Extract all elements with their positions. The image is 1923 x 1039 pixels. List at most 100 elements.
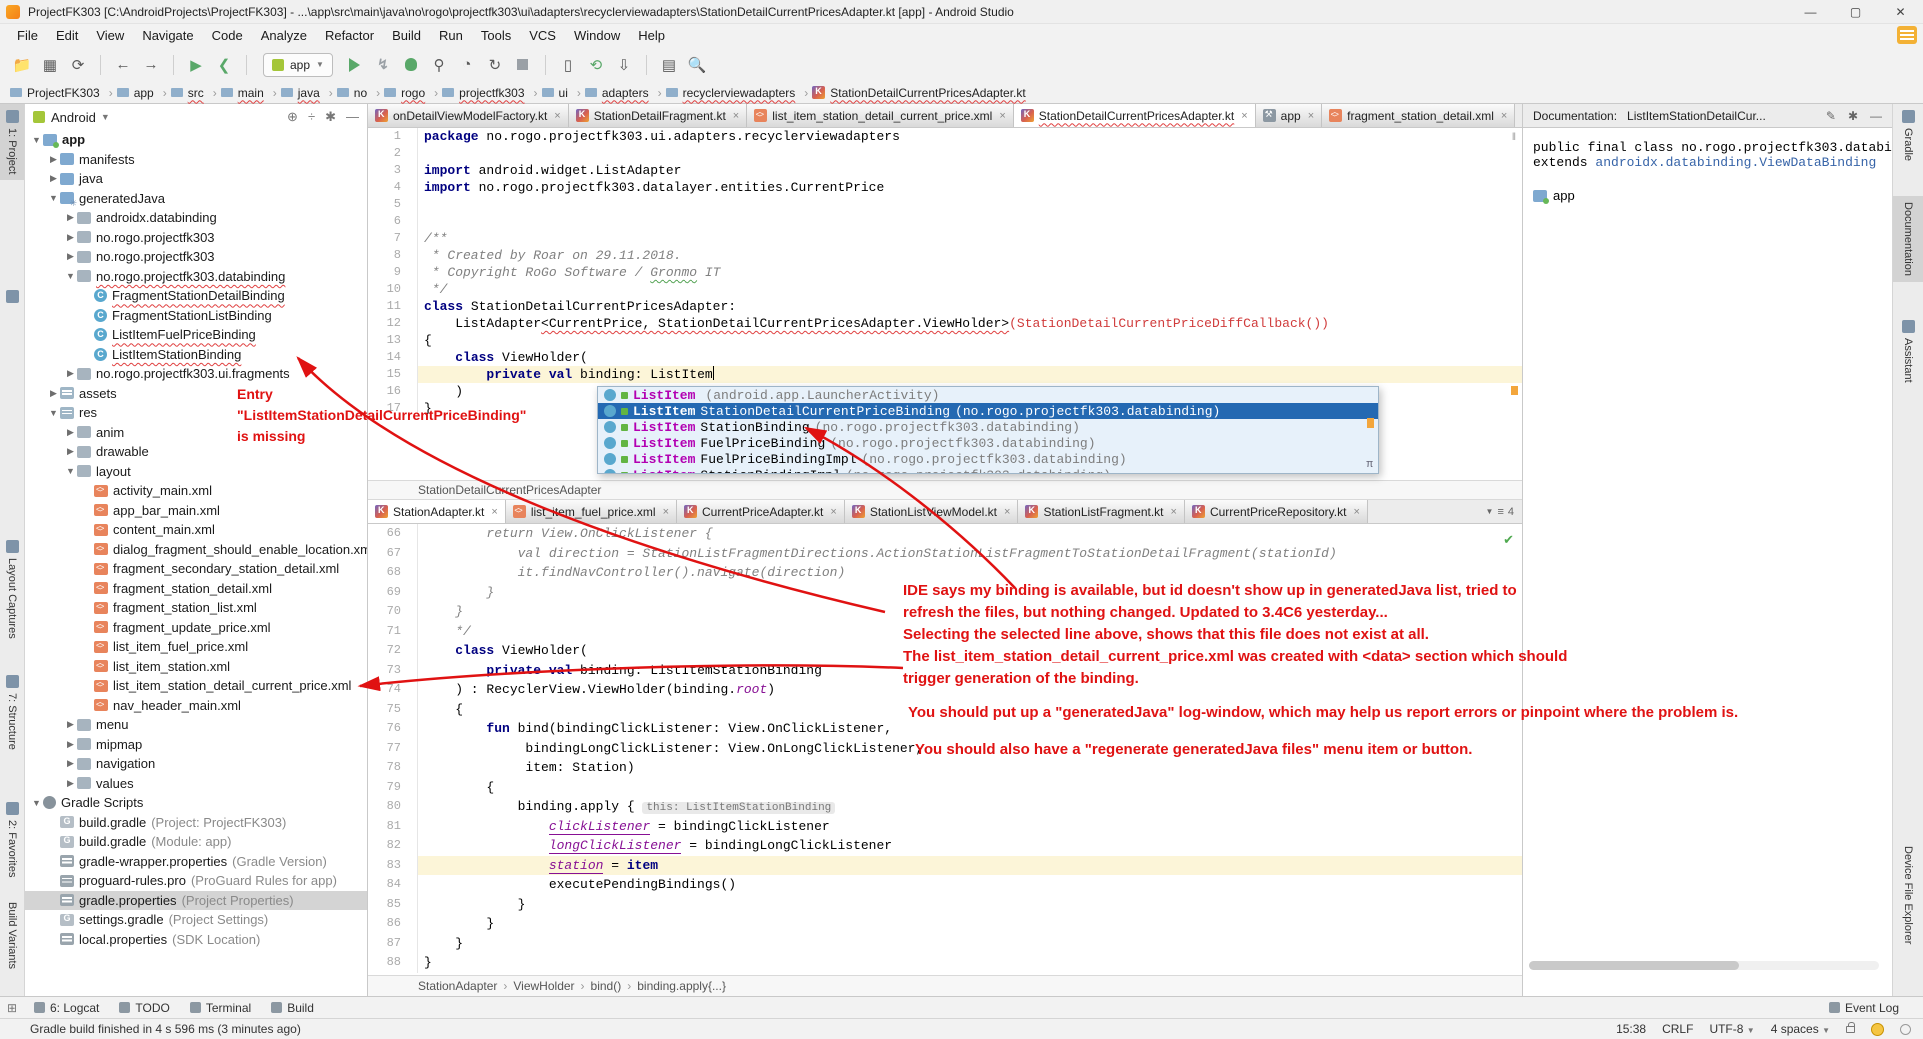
menu-refactor[interactable]: Refactor <box>316 26 383 45</box>
gradle-sync-icon[interactable]: ⟲ <box>584 53 608 77</box>
menu-vcs[interactable]: VCS <box>520 26 565 45</box>
close-tab-icon[interactable]: × <box>733 110 739 122</box>
tree-item-ListItemStationBinding[interactable]: ListItemStationBinding <box>25 345 367 365</box>
toolwindow-todo[interactable]: TODO <box>109 997 179 1018</box>
tree-item-dialog-fragment-should-enable-location-xml[interactable]: dialog_fragment_should_enable_location.x… <box>25 540 367 560</box>
close-tab-icon[interactable]: × <box>491 506 497 518</box>
close-tab-icon[interactable]: × <box>1308 110 1314 122</box>
tree-item-Gradle-Scripts[interactable]: ▼Gradle Scripts <box>25 793 367 813</box>
stripe-build-variants[interactable]: Build Variants <box>0 896 24 975</box>
search-everywhere-icon[interactable]: 🔍 <box>685 53 709 77</box>
stripe-7-structure[interactable]: 7: Structure <box>0 669 24 756</box>
stripe-device-file-explorer[interactable]: Device File Explorer <box>1893 840 1923 950</box>
run-config-selector[interactable]: app▼ <box>263 53 333 77</box>
sdk-manager-icon[interactable]: ⇩ <box>612 53 636 77</box>
tree-item-java[interactable]: ▶java <box>25 169 367 189</box>
collapsed-icon[interactable]: ▶ <box>65 778 76 789</box>
menu-navigate[interactable]: Navigate <box>133 26 202 45</box>
sync-icon[interactable]: ⟳ <box>66 53 90 77</box>
tool-window-switcher-icon[interactable]: ⊞ <box>0 1001 24 1015</box>
tree-item-FragmentStationListBinding[interactable]: FragmentStationListBinding <box>25 306 367 326</box>
breadcrumb-main[interactable]: main› <box>221 86 277 100</box>
toolwindow-build[interactable]: Build <box>261 997 324 1018</box>
forward-icon[interactable]: → <box>139 53 163 77</box>
breadcrumb-rogo[interactable]: rogo› <box>384 86 438 100</box>
stripe-assistant[interactable]: Assistant <box>1893 314 1923 389</box>
menu-code[interactable]: Code <box>203 26 252 45</box>
indicator-icon[interactable] <box>1900 1024 1911 1035</box>
tree-item-fragment-station-detail-xml[interactable]: fragment_station_detail.xml <box>25 579 367 599</box>
tree-item-no-rogo-projectfk303-ui-fragments[interactable]: ▶no.rogo.projectfk303.ui.fragments <box>25 364 367 384</box>
menu-view[interactable]: View <box>87 26 133 45</box>
layout-inspector-icon[interactable]: ▤ <box>657 53 681 77</box>
completion-item-ListItemStationBindingImpl[interactable]: ListItemStationBindingImpl (no.rogo.proj… <box>598 467 1378 474</box>
expanded-icon[interactable]: ▼ <box>48 408 59 418</box>
run-button[interactable] <box>343 53 367 77</box>
tab-StationListViewModel-kt[interactable]: StationListViewModel.kt× <box>845 500 1019 523</box>
hide-panel-icon[interactable]: — <box>1870 109 1882 123</box>
breadcrumb-recyclerviewadapters[interactable]: recyclerviewadapters› <box>666 86 809 100</box>
collapsed-icon[interactable]: ▶ <box>65 758 76 769</box>
collapsed-icon[interactable]: ▶ <box>65 427 76 438</box>
expanded-icon[interactable]: ▼ <box>31 798 42 808</box>
line-ending-selector[interactable]: CRLF <box>1662 1022 1693 1036</box>
tab-list-item-fuel-price-xml[interactable]: list_item_fuel_price.xml× <box>506 500 677 523</box>
tree-item-local-properties[interactable]: local.properties(SDK Location) <box>25 930 367 950</box>
stripe-layout-captures[interactable]: Layout Captures <box>0 534 24 645</box>
collapsed-icon[interactable]: ▶ <box>65 251 76 262</box>
tree-item-fragment-station-list-xml[interactable]: fragment_station_list.xml <box>25 598 367 618</box>
tree-item-manifests[interactable]: ▶manifests <box>25 150 367 170</box>
close-tab-icon[interactable]: × <box>1171 506 1177 518</box>
tree-item-FragmentStationDetailBinding[interactable]: FragmentStationDetailBinding <box>25 286 367 306</box>
collapsed-icon[interactable]: ▶ <box>48 154 59 165</box>
close-button[interactable]: ✕ <box>1878 0 1923 24</box>
toolwindow-6-logcat[interactable]: 6: Logcat <box>24 997 109 1018</box>
code-breadcrumb-binding-apply-[interactable]: binding.apply{...} <box>637 979 726 993</box>
menu-file[interactable]: File <box>8 26 47 45</box>
tree-item-generatedJava[interactable]: ▼generatedJava <box>25 189 367 209</box>
collapsed-icon[interactable]: ▶ <box>65 739 76 750</box>
breadcrumb-ui[interactable]: ui› <box>542 86 581 100</box>
tree-item-androidx-databinding[interactable]: ▶androidx.databinding <box>25 208 367 228</box>
tree-item-nav-header-main-xml[interactable]: nav_header_main.xml <box>25 696 367 716</box>
project-structure-icon[interactable]: ❮ <box>212 53 236 77</box>
expanded-icon[interactable]: ▼ <box>31 135 42 145</box>
code-breadcrumb-ViewHolder[interactable]: ViewHolder <box>513 979 574 993</box>
breadcrumb-StationDetailCurrentPricesAdapter.kt[interactable]: StationDetailCurrentPricesAdapter.kt <box>812 86 1025 100</box>
editor1-scrollbar[interactable]: ‖ <box>1512 132 1516 143</box>
rerun-icon[interactable]: ↻ <box>483 53 507 77</box>
lock-icon[interactable] <box>1846 1026 1855 1033</box>
chevron-down-icon[interactable]: ▼ <box>101 112 110 122</box>
completion-item-ListItemStationDetailCurrentPriceBinding[interactable]: ListItemStationDetailCurrentPriceBinding… <box>598 403 1378 419</box>
tab-StationListFragment-kt[interactable]: StationListFragment.kt× <box>1018 500 1185 523</box>
open-icon[interactable]: 📁 <box>10 53 34 77</box>
tree-item-settings-gradle[interactable]: settings.gradle(Project Settings) <box>25 910 367 930</box>
profiler-icon[interactable]: ◔ <box>455 53 479 77</box>
completion-item-ListItemStationBinding[interactable]: ListItemStationBinding (no.rogo.projectf… <box>598 419 1378 435</box>
locate-icon[interactable]: ⊕ <box>287 109 298 125</box>
breadcrumb-projectfk303[interactable]: projectfk303› <box>442 86 537 100</box>
stop-button[interactable] <box>511 53 535 77</box>
debug-button[interactable] <box>399 53 423 77</box>
collapsed-icon[interactable]: ▶ <box>48 173 59 184</box>
run-window-icon[interactable]: ▶ <box>184 53 208 77</box>
close-tab-icon[interactable]: × <box>663 506 669 518</box>
menu-window[interactable]: Window <box>565 26 629 45</box>
toolwindow-terminal[interactable]: Terminal <box>180 997 261 1018</box>
tree-item-gradle-properties[interactable]: gradle.properties(Project Properties) <box>25 891 367 911</box>
stripe-1-project[interactable]: 1: Project <box>0 104 24 180</box>
close-tab-icon[interactable]: × <box>1353 506 1359 518</box>
menu-edit[interactable]: Edit <box>47 26 87 45</box>
tree-item-no-rogo-projectfk303[interactable]: ▶no.rogo.projectfk303 <box>25 228 367 248</box>
menu-tools[interactable]: Tools <box>472 26 520 45</box>
tree-item-fragment-secondary-station-detail-xml[interactable]: fragment_secondary_station_detail.xml <box>25 559 367 579</box>
tab-StationDetailFragment-kt[interactable]: StationDetailFragment.kt× <box>569 104 748 127</box>
close-tab-icon[interactable]: × <box>554 110 560 122</box>
tab-CurrentPriceRepository-kt[interactable]: CurrentPriceRepository.kt× <box>1185 500 1368 523</box>
tree-item-no-rogo-projectfk303[interactable]: ▶no.rogo.projectfk303 <box>25 247 367 267</box>
collapsed-icon[interactable]: ▶ <box>65 446 76 457</box>
edit-icon[interactable]: ✎ <box>1826 109 1836 123</box>
minimize-button[interactable]: — <box>1788 0 1833 24</box>
tree-item-navigation[interactable]: ▶navigation <box>25 754 367 774</box>
doc-superclass-link[interactable]: androidx.databinding.ViewDataBinding <box>1595 155 1876 170</box>
